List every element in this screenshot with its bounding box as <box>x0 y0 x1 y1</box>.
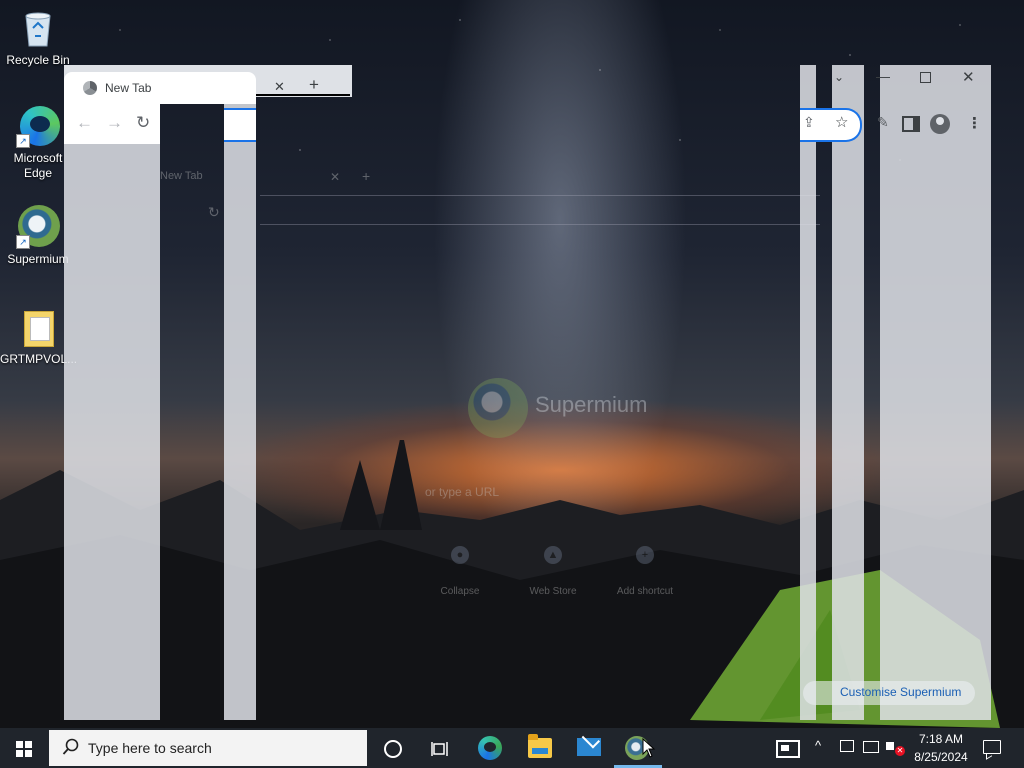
shortcut-tile[interactable]: ● Collapse <box>425 546 495 597</box>
windows-logo-icon <box>16 741 32 757</box>
start-button[interactable] <box>0 728 48 768</box>
clock-time[interactable]: 7:18 AM <box>917 732 965 746</box>
ghost-divider <box>260 224 820 225</box>
share-icon[interactable]: ⇪ <box>803 114 815 131</box>
shortcut-tile[interactable]: + Add shortcut <box>610 546 680 597</box>
tab-divider <box>256 94 350 96</box>
browser-window-strip <box>64 65 160 720</box>
supermium-logo-icon <box>468 378 528 438</box>
customise-label[interactable]: Customise Supermium <box>840 685 961 699</box>
clock-date[interactable]: 8/25/2024 <box>911 750 971 764</box>
side-panel-icon[interactable] <box>902 116 920 132</box>
minimize-button[interactable]: — <box>876 68 890 84</box>
edge-icon[interactable] <box>478 736 502 760</box>
edge-icon: ↗ <box>16 104 60 148</box>
close-icon[interactable]: ✕ <box>274 79 285 95</box>
ghost-browser-window: New Tab ✕ + ↻ Supermium or type a URL ● … <box>150 160 870 720</box>
web-store-icon: ▲ <box>544 546 562 564</box>
shortcut-label: Collapse <box>440 586 480 597</box>
menu-kebab-icon[interactable]: ⋮ <box>967 114 982 132</box>
taskbar-search-placeholder[interactable]: Type here to search <box>88 740 212 756</box>
new-tab-button[interactable]: + <box>309 75 319 95</box>
ghost-tab-title: New Tab <box>160 170 203 182</box>
search-icon <box>62 738 79 755</box>
extensions-icon[interactable]: ✎ <box>877 114 889 131</box>
tab-title: New Tab <box>105 81 152 95</box>
recycle-bin-icon <box>16 6 60 50</box>
folder-icon <box>16 305 60 349</box>
shortcut-label: Add shortcut <box>616 586 674 597</box>
meet-now-icon[interactable] <box>840 740 854 752</box>
desktop-icon-label: Microsoft Edge <box>13 151 63 180</box>
chrome-tab-icon <box>83 81 97 95</box>
news-widget-icon[interactable] <box>776 740 800 758</box>
desktop-icon-recycle-bin[interactable]: Recycle Bin <box>0 6 76 68</box>
ghost-plus-icon: + <box>362 168 371 184</box>
desktop-icon-label: Recycle Bin <box>6 53 70 67</box>
cortana-icon[interactable] <box>384 740 402 758</box>
shortcut-tile[interactable]: ▲ Web Store <box>518 546 588 597</box>
shortcut-label: Web Store <box>529 586 577 597</box>
browser-window-strip <box>880 65 991 720</box>
profile-icon[interactable] <box>930 114 950 134</box>
chevron-down-icon[interactable]: ⌄ <box>834 70 844 84</box>
network-icon[interactable] <box>863 741 879 753</box>
shortcut-arrow-icon: ↗ <box>16 235 30 249</box>
supermium-icon: ↗ <box>16 205 60 249</box>
muted-badge-icon: ✕ <box>895 746 905 756</box>
browser-window-strip <box>224 65 256 720</box>
task-view-icon[interactable] <box>431 741 449 757</box>
mail-icon[interactable] <box>577 738 601 756</box>
back-arrow-icon[interactable]: ← <box>76 114 93 131</box>
chevron-up-icon[interactable]: ^ <box>815 738 821 753</box>
desktop-icon-label: Supermium <box>7 252 69 266</box>
file-explorer-icon[interactable] <box>528 734 552 758</box>
plus-icon: + <box>636 546 654 564</box>
volume-icon[interactable] <box>886 742 894 750</box>
ghost-reload-icon: ↻ <box>208 204 220 220</box>
browser-window-strip <box>832 65 864 720</box>
shortcut-icon: ● <box>451 546 469 564</box>
bookmark-star-icon[interactable]: ☆ <box>835 113 848 131</box>
address-bar[interactable] <box>224 108 256 142</box>
brand-name: Supermium <box>535 392 648 417</box>
notifications-icon[interactable] <box>983 740 1001 754</box>
shortcut-arrow-icon: ↗ <box>16 134 30 148</box>
forward-arrow-icon[interactable]: → <box>106 114 123 131</box>
maximize-button[interactable] <box>920 72 931 83</box>
browser-window-strip <box>800 65 816 720</box>
reload-icon[interactable]: ↻ <box>136 114 150 131</box>
ghost-close-icon: ✕ <box>330 170 341 184</box>
mouse-cursor-icon <box>642 738 656 758</box>
ghost-divider <box>260 195 820 196</box>
ntp-search-placeholder[interactable]: or type a URL <box>425 485 499 499</box>
close-window-button[interactable]: ✕ <box>962 68 975 86</box>
